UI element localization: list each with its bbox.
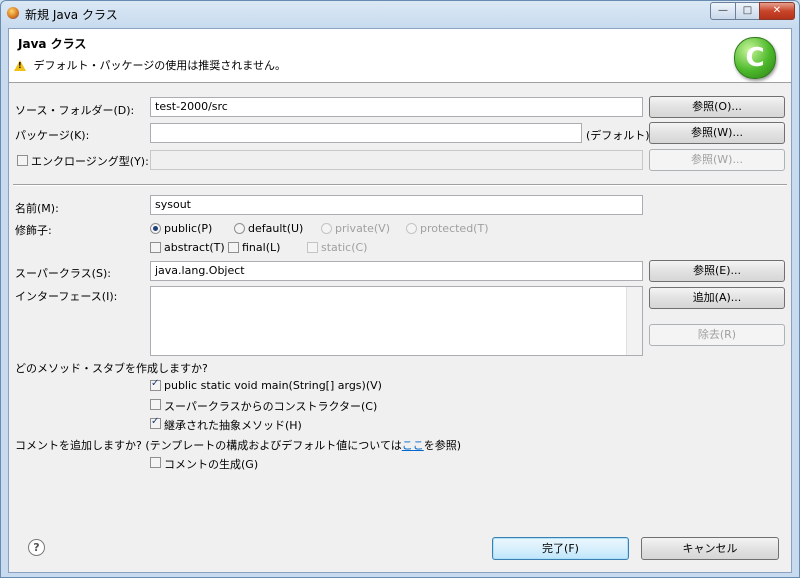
superclass-input[interactable]: java.lang.Object bbox=[150, 261, 643, 281]
interfaces-label: インターフェース(I): bbox=[15, 290, 118, 303]
inherited-abstract-checkbox[interactable] bbox=[150, 416, 161, 429]
static-checkbox-label: static(C) bbox=[321, 241, 368, 254]
enclosing-type-label: エンクロージング型(Y): bbox=[31, 155, 149, 168]
main-method-checkbox[interactable] bbox=[150, 378, 161, 391]
page-title: Java クラス bbox=[18, 37, 87, 51]
inherited-abstract-label: 継承された抽象メソッド(H) bbox=[164, 419, 302, 432]
method-stubs-question: どのメソッド・スタブを作成しますか? bbox=[15, 362, 208, 375]
eclipse-icon bbox=[7, 7, 19, 19]
enclosing-type-browse-button: 参照(W)... bbox=[649, 149, 785, 171]
package-label: パッケージ(K): bbox=[15, 129, 90, 142]
protected-radio bbox=[406, 223, 417, 234]
name-label: 名前(M): bbox=[15, 202, 59, 215]
comments-question-suffix: を参照) bbox=[423, 439, 462, 452]
warning-icon: ! bbox=[14, 59, 26, 71]
minimize-button[interactable]: — bbox=[710, 2, 736, 20]
protected-radio-label: protected(T) bbox=[420, 222, 489, 235]
finish-button[interactable]: 完了(F) bbox=[492, 537, 629, 560]
final-checkbox-label: final(L) bbox=[242, 241, 281, 254]
close-button[interactable]: ✕ bbox=[759, 2, 795, 20]
source-folder-input[interactable]: test-2000/src bbox=[150, 97, 643, 117]
constructors-label: スーパークラスからのコンストラクター(C) bbox=[164, 400, 378, 413]
default-radio-label: default(U) bbox=[248, 222, 304, 235]
private-radio bbox=[321, 223, 332, 234]
java-class-logo-icon: C bbox=[734, 37, 776, 79]
cancel-button[interactable]: キャンセル bbox=[641, 537, 779, 560]
dialog-client: Java クラス ! デフォルト・パッケージの使用は推奨されません。 C ソース… bbox=[8, 28, 792, 573]
maximize-button[interactable]: □ bbox=[735, 2, 760, 20]
dialog-window: 新規 Java クラス — □ ✕ Java クラス ! デフォルト・パッケージ… bbox=[0, 0, 800, 578]
help-icon[interactable]: ? bbox=[28, 539, 45, 556]
comments-question: コメントを追加しますか? (テンプレートの構成およびデフォルト値についてはここを… bbox=[15, 437, 461, 453]
comments-question-text: コメントを追加しますか? (テンプレートの構成およびデフォルト値については bbox=[15, 439, 402, 452]
name-input[interactable]: sysout bbox=[150, 195, 643, 215]
static-checkbox bbox=[307, 242, 318, 253]
warning-message: ! デフォルト・パッケージの使用は推奨されません。 bbox=[14, 57, 286, 73]
public-radio-label: public(P) bbox=[164, 222, 213, 235]
superclass-label: スーパークラス(S): bbox=[15, 267, 111, 280]
enclosing-type-checkbox[interactable] bbox=[17, 155, 28, 166]
remove-interface-button: 除去(R) bbox=[649, 324, 785, 346]
separator bbox=[13, 184, 787, 186]
title-bar[interactable]: 新規 Java クラス — □ ✕ bbox=[1, 1, 799, 27]
public-radio[interactable] bbox=[150, 223, 161, 234]
enclosing-type-input bbox=[150, 150, 643, 170]
interfaces-list[interactable] bbox=[150, 286, 643, 356]
modifiers-label: 修飾子: bbox=[15, 224, 52, 237]
source-folder-label: ソース・フォルダー(D): bbox=[15, 104, 135, 117]
preferences-link[interactable]: ここ bbox=[402, 439, 424, 452]
package-default-label: (デフォルト) bbox=[586, 129, 650, 142]
superclass-browse-button[interactable]: 参照(E)... bbox=[649, 260, 785, 282]
main-method-label: public static void main(String[] args)(V… bbox=[164, 379, 382, 392]
abstract-checkbox[interactable] bbox=[150, 242, 161, 253]
interfaces-scrollbar[interactable] bbox=[626, 287, 642, 355]
source-folder-browse-button[interactable]: 参照(O)... bbox=[649, 96, 785, 118]
abstract-checkbox-label: abstract(T) bbox=[164, 241, 225, 254]
final-checkbox[interactable] bbox=[228, 242, 239, 253]
package-input[interactable] bbox=[150, 123, 582, 143]
generate-comments-label: コメントの生成(G) bbox=[164, 458, 259, 471]
add-interface-button[interactable]: 追加(A)... bbox=[649, 287, 785, 309]
wizard-header: Java クラス ! デフォルト・パッケージの使用は推奨されません。 C bbox=[9, 29, 791, 83]
generate-comments-checkbox[interactable] bbox=[150, 457, 161, 468]
constructors-checkbox[interactable] bbox=[150, 399, 161, 410]
warning-text: デフォルト・パッケージの使用は推奨されません。 bbox=[33, 59, 286, 72]
private-radio-label: private(V) bbox=[335, 222, 390, 235]
window-title: 新規 Java クラス bbox=[25, 8, 118, 22]
default-radio[interactable] bbox=[234, 223, 245, 234]
package-browse-button[interactable]: 参照(W)... bbox=[649, 122, 785, 144]
